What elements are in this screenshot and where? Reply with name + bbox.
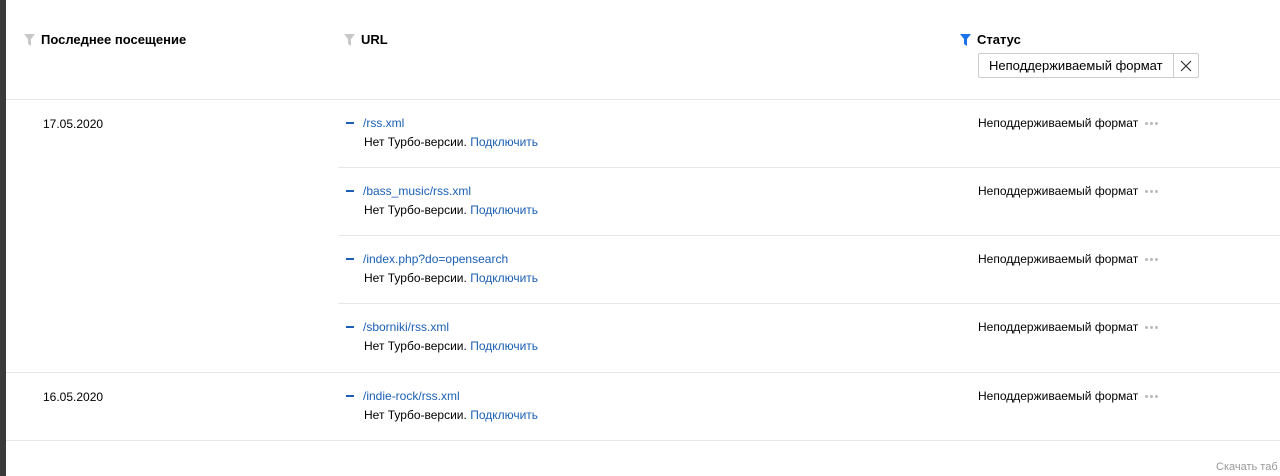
close-icon — [1180, 60, 1191, 71]
url-link[interactable]: /index.php?do=opensearch — [363, 252, 508, 266]
filter-icon[interactable] — [24, 33, 35, 46]
collapse-icon[interactable] — [346, 326, 354, 328]
more-icon[interactable] — [1145, 121, 1159, 125]
column-header-label: Статус — [977, 32, 1021, 47]
more-icon[interactable] — [1145, 325, 1159, 329]
filter-active-icon[interactable] — [960, 33, 971, 46]
table-row: /bass_music/rss.xml Нет Турбо-версии. По… — [6, 168, 1280, 236]
more-icon[interactable] — [1145, 394, 1159, 398]
status-text: Неподдерживаемый формат — [978, 252, 1139, 266]
table-row: /indie-rock/rss.xml Нет Турбо-версии. По… — [6, 373, 1280, 441]
collapse-icon[interactable] — [346, 395, 354, 397]
date-group: 16.05.2020 /indie-rock/rss.xml Нет Турбо… — [6, 373, 1280, 441]
column-header-label: Последнее посещение — [41, 32, 187, 47]
status-text: Неподдерживаемый формат — [978, 184, 1139, 198]
collapse-icon[interactable] — [346, 258, 354, 260]
url-link[interactable]: /indie-rock/rss.xml — [363, 389, 460, 403]
collapse-icon[interactable] — [346, 122, 354, 124]
status-filter-chip[interactable]: Неподдерживаемый формат — [978, 53, 1199, 78]
url-link[interactable]: /rss.xml — [363, 116, 404, 130]
filter-icon[interactable] — [344, 33, 355, 46]
table-header: Последнее посещение URL Статус Неподдерж… — [6, 0, 1280, 100]
status-text: Неподдерживаемый формат — [978, 116, 1139, 130]
status-text: Неподдерживаемый формат — [978, 389, 1139, 403]
turbo-note: Нет Турбо-версии. — [364, 271, 467, 285]
connect-link[interactable]: Подключить — [470, 408, 538, 422]
connect-link[interactable]: Подключить — [470, 135, 538, 149]
connect-link[interactable]: Подключить — [470, 271, 538, 285]
download-table-link[interactable]: Скачать таб — [1216, 461, 1280, 473]
url-link[interactable]: /sborniki/rss.xml — [363, 320, 449, 334]
turbo-note: Нет Турбо-версии. — [364, 339, 467, 353]
table-row: /rss.xml Нет Турбо-версии. Подключить Не… — [6, 100, 1280, 168]
connect-link[interactable]: Подключить — [470, 339, 538, 353]
turbo-note: Нет Турбо-версии. — [364, 135, 467, 149]
table-row: /sborniki/rss.xml Нет Турбо-версии. Подк… — [6, 304, 1280, 372]
connect-link[interactable]: Подключить — [470, 203, 538, 217]
column-header-last-visit[interactable]: Последнее посещение — [24, 32, 186, 47]
more-icon[interactable] — [1145, 257, 1159, 261]
more-icon[interactable] — [1145, 189, 1159, 193]
collapse-icon[interactable] — [346, 190, 354, 192]
turbo-note: Нет Турбо-версии. — [364, 203, 467, 217]
status-text: Неподдерживаемый формат — [978, 320, 1139, 334]
table-row: /index.php?do=opensearch Нет Турбо-верси… — [6, 236, 1280, 304]
turbo-note: Нет Турбо-версии. — [364, 408, 467, 422]
column-header-label: URL — [361, 32, 388, 47]
status-filter-value: Неподдерживаемый формат — [989, 58, 1163, 73]
url-link[interactable]: /bass_music/rss.xml — [363, 184, 471, 198]
column-header-url[interactable]: URL — [344, 32, 388, 47]
column-header-status[interactable]: Статус — [960, 32, 1021, 47]
clear-filter-button[interactable] — [1172, 54, 1198, 77]
date-group: 17.05.2020 /rss.xml Нет Турбо-версии. По… — [6, 100, 1280, 373]
